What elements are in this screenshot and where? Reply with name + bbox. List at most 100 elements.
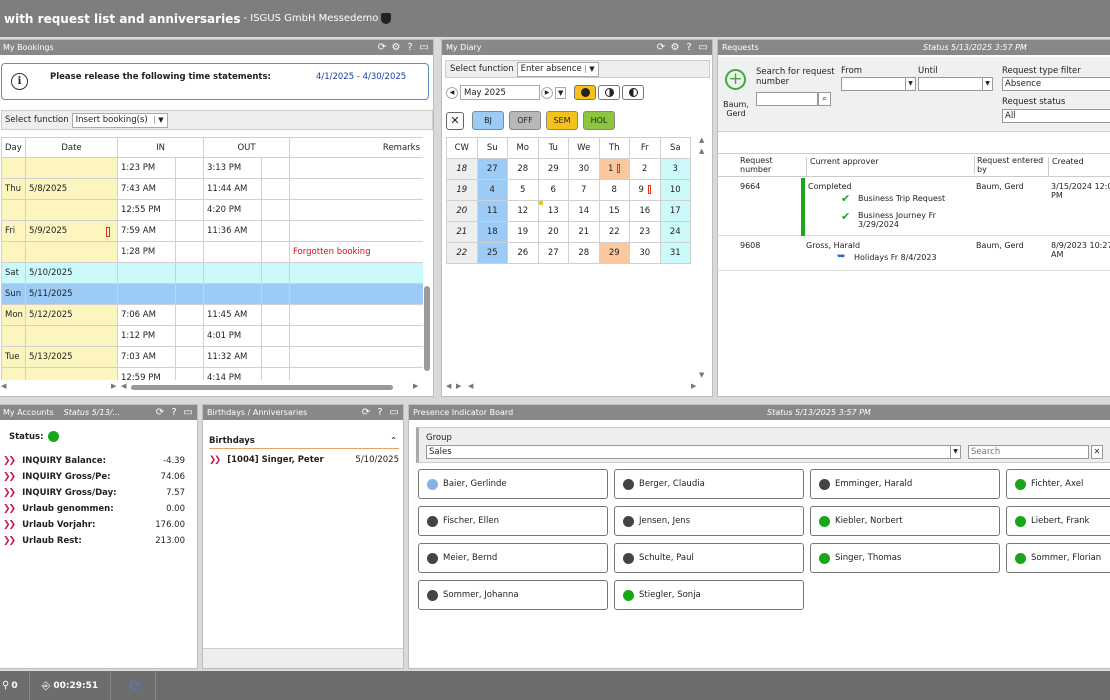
booking-cell[interactable]	[260, 199, 291, 221]
col-date[interactable]: Date	[25, 137, 118, 158]
booking-day[interactable]	[1, 367, 26, 380]
until-date-select[interactable]: ▼	[918, 77, 993, 91]
calendar-day[interactable]: 16	[629, 200, 661, 222]
gear-icon[interactable]: ⚙	[670, 42, 680, 53]
booking-in[interactable]	[117, 262, 176, 284]
col-in[interactable]: IN	[117, 137, 204, 158]
calendar-day[interactable]: 18	[476, 221, 508, 243]
booking-date[interactable]: 5/8/2025	[25, 178, 118, 200]
person-card[interactable]: Fichter, Axel	[1006, 469, 1110, 499]
person-card[interactable]: Kiebler, Norbert	[810, 506, 1000, 536]
calendar-day[interactable]: 21	[568, 221, 600, 243]
calendar-day[interactable]: 15	[598, 200, 630, 222]
person-card[interactable]: Jensen, Jens	[614, 506, 804, 536]
booking-cell[interactable]	[260, 325, 291, 347]
booking-row[interactable]: Thu 5/8/2025 7:43 AM 11:44 AM	[1, 178, 423, 200]
booking-cell[interactable]	[260, 346, 291, 368]
person-card[interactable]: Emminger, Harald	[810, 469, 1000, 499]
booking-in[interactable]: 1:23 PM	[117, 157, 176, 179]
calendar-day[interactable]: 7	[568, 179, 600, 201]
booking-out[interactable]: 11:45 AM	[203, 304, 262, 326]
col-request-number[interactable]: Request number	[740, 156, 790, 174]
bookings-hscroll[interactable]: ◀ ▶ ◀ ▶	[1, 382, 423, 392]
scroll-up-icon[interactable]: ▲	[699, 136, 704, 144]
booking-remarks[interactable]	[289, 283, 423, 305]
booking-remarks[interactable]: Forgotten booking	[289, 241, 423, 263]
calendar-day[interactable]: 13	[537, 200, 569, 222]
booking-date[interactable]: 5/11/2025	[25, 283, 118, 305]
booking-cell[interactable]	[175, 199, 204, 221]
absence-bj-button[interactable]: BJ	[472, 111, 504, 130]
col-remarks[interactable]: Remarks	[289, 137, 423, 158]
booking-day[interactable]: Thu	[1, 178, 26, 200]
col-out[interactable]: OUT	[202, 137, 291, 158]
booking-out[interactable]: 4:20 PM	[203, 199, 262, 221]
person-card[interactable]: Sommer, Florian	[1006, 543, 1110, 573]
chevron-down-icon[interactable]: ▼	[555, 86, 567, 99]
person-card[interactable]: Berger, Claudia	[614, 469, 804, 499]
booking-in[interactable]: 7:06 AM	[117, 304, 176, 326]
calendar-day[interactable]: 26	[507, 242, 539, 264]
maximize-icon[interactable]: ▭	[698, 42, 708, 53]
from-date-select[interactable]: ▼	[841, 77, 916, 91]
calendar-hscroll[interactable]: ◀ ▶ ◀ ▶	[446, 382, 698, 392]
booking-day[interactable]: Mon	[1, 304, 26, 326]
booking-cell[interactable]	[175, 283, 204, 305]
person-card[interactable]: Baier, Gerlinde	[418, 469, 608, 499]
calendar-day[interactable]: 29	[598, 242, 630, 264]
booking-cell[interactable]	[175, 325, 204, 347]
maximize-icon[interactable]: ▭	[389, 407, 399, 418]
calendar-day[interactable]: 10	[659, 179, 691, 201]
booking-day[interactable]: Fri	[1, 220, 26, 242]
scroll-right-icon[interactable]: ▶	[456, 382, 461, 390]
type-filter-select[interactable]: Absence	[1002, 77, 1110, 91]
day-view-icon[interactable]	[574, 85, 597, 100]
bookings-function-select[interactable]: Insert booking(s) ▼	[71, 112, 168, 128]
booking-remarks[interactable]	[289, 346, 423, 368]
month-display[interactable]: May 2025	[460, 85, 540, 100]
refresh-icon[interactable]: ⟳	[155, 407, 165, 418]
booking-day[interactable]: Tue	[1, 346, 26, 368]
calendar-day[interactable]: 3	[659, 158, 691, 180]
booking-date[interactable]	[25, 367, 118, 380]
refresh-icon[interactable]: ⟳	[656, 42, 666, 53]
booking-row[interactable]: Fri 5/9/2025 7:59 AM 11:36 AM	[1, 220, 423, 242]
booking-out[interactable]: 3:13 PM	[203, 157, 262, 179]
person-card[interactable]: Schulte, Paul	[614, 543, 804, 573]
booking-row[interactable]: Sat 5/10/2025	[1, 262, 423, 284]
booking-cell[interactable]	[175, 178, 204, 200]
booking-cell[interactable]	[175, 220, 204, 242]
booking-cell[interactable]	[175, 304, 204, 326]
booking-remarks[interactable]	[289, 325, 423, 347]
calendar-day[interactable]: 30	[568, 158, 600, 180]
scroll-left-icon[interactable]: ◀	[1, 382, 6, 390]
calendar-day[interactable]: 5	[507, 179, 539, 201]
calendar-day[interactable]: 19	[507, 221, 539, 243]
calendar-day[interactable]: 30	[629, 242, 661, 264]
booking-remarks[interactable]	[289, 157, 423, 179]
vscroll-thumb[interactable]	[424, 286, 430, 371]
person-card[interactable]: Fischer, Ellen	[418, 506, 608, 536]
person-card[interactable]: Singer, Thomas	[810, 543, 1000, 573]
booking-row[interactable]: 1:28 PM Forgotten booking	[1, 241, 423, 263]
maximize-icon[interactable]: ▭	[183, 407, 193, 418]
booking-in[interactable]: 12:55 PM	[117, 199, 176, 221]
booking-row[interactable]: 12:55 PM 4:20 PM	[1, 199, 423, 221]
booking-in[interactable]: 1:28 PM	[117, 241, 176, 263]
prev-month-icon[interactable]: ◀	[446, 86, 458, 99]
scroll-down-icon[interactable]: ▼	[699, 371, 704, 379]
release-notice[interactable]: i Please release the following time stat…	[1, 63, 429, 100]
booking-out[interactable]	[203, 283, 262, 305]
booking-cell[interactable]	[260, 220, 291, 242]
account-row[interactable]: ❯❯ INQUIRY Gross/Day: 7.57	[0, 485, 195, 501]
group-select[interactable]: Sales ▼	[426, 445, 961, 459]
calendar-day[interactable]: 31	[659, 242, 691, 264]
booking-in[interactable]: 7:03 AM	[117, 346, 176, 368]
account-row[interactable]: ❯❯ INQUIRY Balance: -4.39	[0, 453, 195, 469]
booking-date[interactable]: 5/9/2025	[25, 220, 118, 242]
booking-row[interactable]: 1:23 PM 3:13 PM	[1, 157, 423, 179]
account-row[interactable]: ❯❯ INQUIRY Gross/Pe: 74.06	[0, 469, 195, 485]
calendar-day[interactable]: 24	[659, 221, 691, 243]
scroll-right-icon[interactable]: ▶	[111, 382, 116, 390]
booking-row[interactable]: 12:59 PM 4:14 PM	[1, 367, 423, 380]
